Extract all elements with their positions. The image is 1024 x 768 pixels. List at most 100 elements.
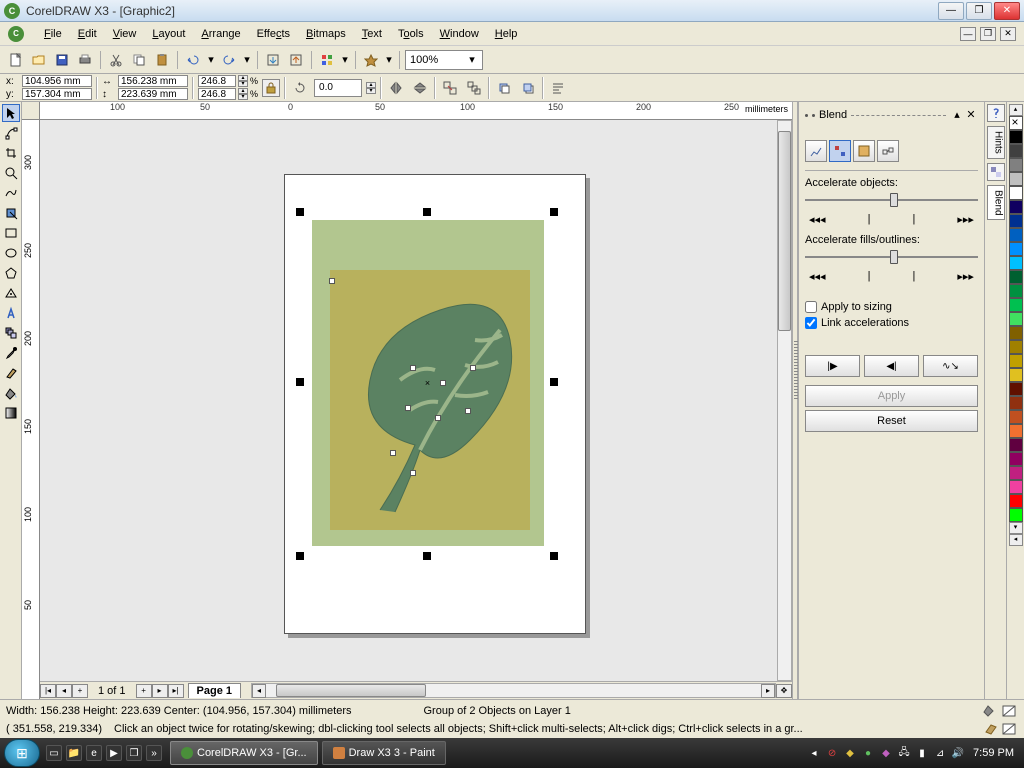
- explorer-icon[interactable]: 📁: [66, 745, 82, 761]
- node[interactable]: [390, 450, 396, 456]
- to-back-button[interactable]: [518, 78, 538, 98]
- color-swatch[interactable]: [1009, 382, 1023, 396]
- vertical-ruler[interactable]: 300 250 200 150 100 50: [22, 120, 40, 699]
- eyedropper-tool[interactable]: [2, 344, 20, 362]
- node[interactable]: [405, 405, 411, 411]
- accel-objects-slider[interactable]: [805, 191, 978, 211]
- pos-y-input[interactable]: 157.304 mm: [22, 88, 92, 100]
- no-outline-icon[interactable]: [1000, 720, 1018, 738]
- docker-collapse-button[interactable]: ▴: [950, 108, 964, 122]
- tray-security-icon[interactable]: ⊘: [825, 746, 839, 760]
- menu-file[interactable]: File: [36, 26, 70, 42]
- mdi-minimize[interactable]: —: [960, 27, 976, 41]
- color-swatch[interactable]: [1009, 312, 1023, 326]
- apply-sizing-checkbox[interactable]: [805, 301, 817, 313]
- zoom-tool[interactable]: [2, 164, 20, 182]
- color-swatch[interactable]: [1009, 354, 1023, 368]
- scale-x-input[interactable]: 246.8: [198, 75, 236, 87]
- zoom-dropdown-icon[interactable]: ▾: [466, 53, 478, 66]
- mirror-v-button[interactable]: [410, 78, 430, 98]
- mdi-restore[interactable]: ❐: [980, 27, 996, 41]
- ql-chevron-icon[interactable]: »: [146, 745, 162, 761]
- node[interactable]: [435, 415, 441, 421]
- no-color-swatch[interactable]: [1009, 116, 1023, 130]
- taskbar-paint[interactable]: Draw X3 3 - Paint: [322, 741, 446, 765]
- freehand-tool[interactable]: [2, 184, 20, 202]
- lock-ratio-button[interactable]: [262, 79, 280, 97]
- blend-misc-tab[interactable]: [877, 140, 899, 162]
- show-desktop-icon[interactable]: ▭: [46, 745, 62, 761]
- selection-center[interactable]: ×: [424, 379, 431, 386]
- hints-tab[interactable]: Hints: [987, 126, 1005, 159]
- color-swatch[interactable]: [1009, 466, 1023, 480]
- handle-tl[interactable]: [296, 208, 304, 216]
- redo-button[interactable]: [219, 50, 239, 70]
- interactive-blend-tool[interactable]: [2, 324, 20, 342]
- blend-steps-tab[interactable]: [805, 140, 827, 162]
- color-swatch[interactable]: [1009, 438, 1023, 452]
- tray-app2-icon[interactable]: ◆: [843, 746, 857, 760]
- fill-tool[interactable]: [2, 384, 20, 402]
- tray-app4-icon[interactable]: ◆: [879, 746, 893, 760]
- color-swatch[interactable]: [1009, 326, 1023, 340]
- color-swatch[interactable]: [1009, 410, 1023, 424]
- import-button[interactable]: [263, 50, 283, 70]
- handle-bl[interactable]: [296, 552, 304, 560]
- color-swatch[interactable]: [1009, 200, 1023, 214]
- text-tool[interactable]: [2, 304, 20, 322]
- taskbar-coreldraw[interactable]: CorelDRAW X3 - [Gr...: [170, 741, 318, 765]
- tray-arrow-icon[interactable]: ◂: [807, 746, 821, 760]
- scale-y-input[interactable]: 246.8: [198, 88, 236, 100]
- page-tab[interactable]: Page 1: [188, 683, 241, 698]
- accel-obj-fast-rev[interactable]: ◂◂◂: [805, 213, 830, 226]
- accel-obj-center1[interactable]: |: [864, 213, 875, 226]
- add-page-after-button[interactable]: +: [136, 684, 152, 698]
- crop-tool[interactable]: [2, 144, 20, 162]
- docker-splitter[interactable]: [792, 102, 798, 699]
- handle-tr[interactable]: [550, 208, 558, 216]
- tray-app3-icon[interactable]: ●: [861, 746, 875, 760]
- handle-bm[interactable]: [423, 552, 431, 560]
- taskbar-clock[interactable]: 7:59 PM: [973, 747, 1014, 759]
- fill-indicator-icon[interactable]: [982, 702, 1000, 720]
- menu-tools[interactable]: Tools: [390, 26, 432, 42]
- last-page-button[interactable]: ▸|: [168, 684, 184, 698]
- close-button[interactable]: ✕: [994, 2, 1020, 20]
- horizontal-scrollbar[interactable]: ◂ ▸: [251, 683, 776, 698]
- color-swatch[interactable]: [1009, 256, 1023, 270]
- outline-tool[interactable]: [2, 364, 20, 382]
- color-swatch[interactable]: [1009, 480, 1023, 494]
- menu-view[interactable]: View: [105, 26, 145, 42]
- wrap-paragraph-button[interactable]: [548, 78, 568, 98]
- horizontal-ruler[interactable]: 100 50 0 50 100 150 200 250 millimeters: [40, 102, 792, 120]
- accel-fill-fast-rev[interactable]: ◂◂◂: [805, 270, 830, 283]
- palette-flyout[interactable]: ◂: [1009, 534, 1023, 546]
- menu-window[interactable]: Window: [432, 26, 487, 42]
- color-swatch[interactable]: [1009, 172, 1023, 186]
- color-swatch[interactable]: [1009, 424, 1023, 438]
- color-swatch[interactable]: [1009, 284, 1023, 298]
- mdi-close[interactable]: ✕: [1000, 27, 1016, 41]
- interactive-fill-tool[interactable]: [2, 404, 20, 422]
- handle-tm[interactable]: [423, 208, 431, 216]
- first-page-button[interactable]: |◂: [40, 684, 56, 698]
- docker-blend-icon-tab[interactable]: [987, 163, 1005, 181]
- menu-arrange[interactable]: Arrange: [193, 26, 248, 42]
- color-swatch[interactable]: [1009, 228, 1023, 242]
- color-swatch[interactable]: [1009, 368, 1023, 382]
- accel-fills-slider[interactable]: [805, 248, 978, 268]
- rotation-input[interactable]: 0.0: [314, 79, 362, 97]
- blend-accel-tab[interactable]: [829, 140, 851, 162]
- scale-y-down[interactable]: ▾: [238, 94, 248, 100]
- handle-br[interactable]: [550, 552, 558, 560]
- app-launcher-button[interactable]: [317, 50, 337, 70]
- color-swatch[interactable]: [1009, 214, 1023, 228]
- maximize-button[interactable]: ❐: [966, 2, 992, 20]
- app-dropdown[interactable]: ▾: [340, 50, 350, 70]
- menu-effects[interactable]: Effects: [249, 26, 298, 42]
- undo-dropdown[interactable]: ▾: [206, 50, 216, 70]
- menu-help[interactable]: Help: [487, 26, 526, 42]
- accel-obj-center2[interactable]: |: [909, 213, 920, 226]
- node[interactable]: [440, 380, 446, 386]
- handle-ml[interactable]: [296, 378, 304, 386]
